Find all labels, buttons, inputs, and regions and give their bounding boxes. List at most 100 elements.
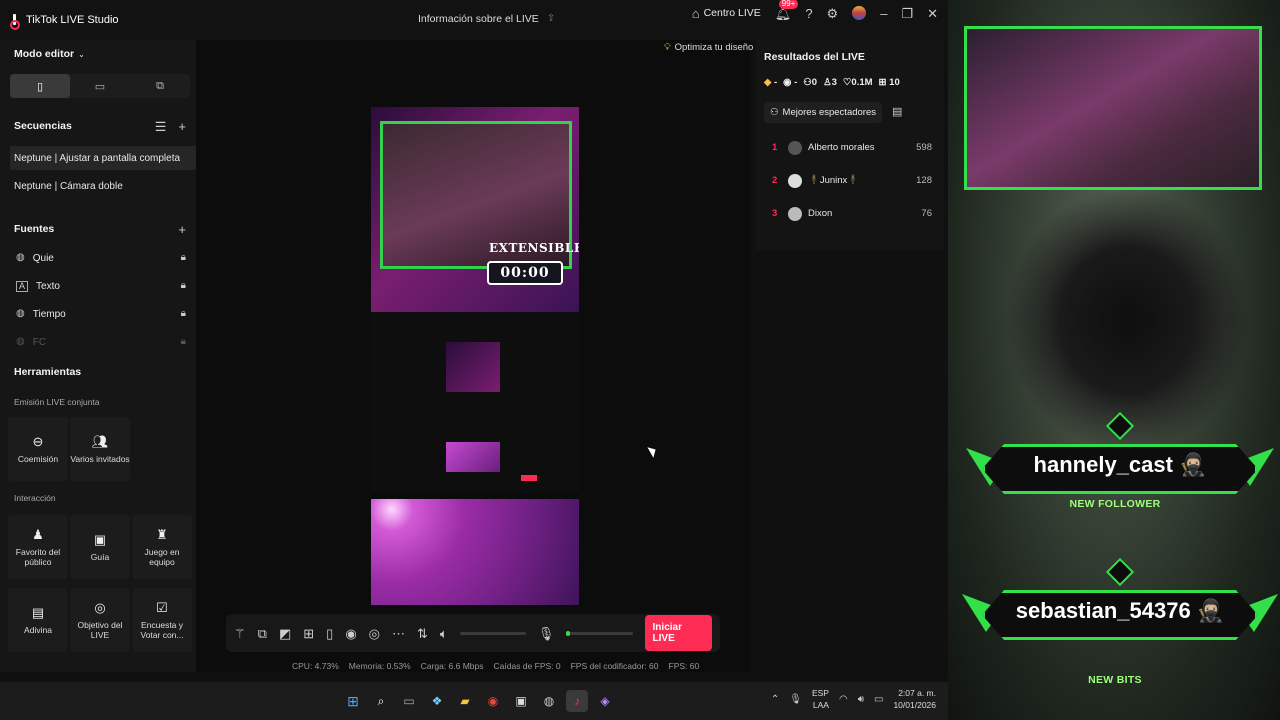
- landscape-button[interactable]: ▭: [70, 74, 130, 98]
- camera-toggle-icon[interactable]: ◎: [369, 627, 380, 640]
- list-icon[interactable]: ☰: [155, 120, 167, 133]
- scene-item[interactable]: Neptune | Cámara doble: [0, 174, 180, 198]
- chevron-up-icon[interactable]: ⌃: [771, 694, 779, 705]
- text-icon: A: [16, 280, 29, 292]
- search-icon[interactable]: ⌕: [370, 690, 392, 712]
- stream-preview[interactable]: EXTENSIBLE 00:00: [371, 107, 579, 605]
- capture-icon[interactable]: ⧉: [258, 627, 267, 640]
- battery-icon[interactable]: ▭: [874, 694, 883, 705]
- team-icon: ♜: [156, 526, 168, 542]
- windows-start-icon[interactable]: ⊞: [342, 690, 364, 712]
- poll-tool[interactable]: ☑ Encuesta y Votar con...: [132, 588, 192, 652]
- bell-icon[interactable]: 🔔︎ 99+: [775, 0, 799, 20]
- twitch-icon[interactable]: ◈: [594, 690, 616, 712]
- background-layer[interactable]: [371, 499, 579, 605]
- wifi-icon[interactable]: ◠: [839, 694, 848, 705]
- live-goal-tool[interactable]: ◎ Objetivo del LIVE: [70, 588, 130, 652]
- speaker-icon[interactable]: 🔈︎: [440, 627, 448, 640]
- app-icon[interactable]: ◍: [538, 690, 560, 712]
- guess-tool[interactable]: ▤ Adivina: [8, 588, 68, 652]
- favorite-tool[interactable]: ♟ Favorito del público: [8, 515, 68, 579]
- tiktok-live-taskbar-icon[interactable]: ♪: [566, 690, 588, 712]
- go-live-button[interactable]: Iniciar LIVE: [644, 615, 712, 651]
- add-source-icon[interactable]: +: [178, 223, 186, 236]
- stat-value: 0: [811, 77, 818, 88]
- scene-item[interactable]: Neptune | Ajustar a pantalla completa: [10, 146, 200, 170]
- results-title: Resultados del LIVE: [764, 51, 865, 63]
- settings-icon[interactable]: ⚙: [827, 7, 839, 20]
- source-item[interactable]: ◍ FC 🔒︎: [0, 328, 196, 356]
- volume-tray-icon[interactable]: 🔊︎: [858, 694, 864, 705]
- alert-username: hannely_cast 🥷🏼: [1033, 452, 1207, 477]
- profile-avatar[interactable]: [852, 6, 867, 20]
- top-viewers-button[interactable]: ⚇ Mejores espectadores: [764, 102, 882, 123]
- mic-tray-icon[interactable]: 🎙︎: [789, 694, 802, 705]
- metric: Memoria: 0.53%: [348, 661, 411, 671]
- viewer-icon: ♙: [823, 77, 832, 88]
- maximize-icon[interactable]: ❐: [901, 7, 913, 20]
- help-icon[interactable]: ?: [805, 7, 812, 20]
- users-icon: 👥︎: [91, 433, 109, 449]
- source-label: FC: [32, 336, 47, 348]
- report-icon[interactable]: ▤: [892, 107, 902, 118]
- phone-icon[interactable]: ▯: [326, 627, 333, 640]
- language-indicator[interactable]: ESP LAA: [812, 688, 829, 712]
- viewer-row[interactable]: 1 Alberto morales 598: [756, 131, 944, 164]
- speaker-volume-slider[interactable]: [459, 631, 526, 635]
- magic-wand-icon[interactable]: ⚚: [234, 627, 246, 640]
- live-info[interactable]: Información sobre el LIVE ⇪: [418, 13, 555, 25]
- viewer-row[interactable]: 3 Dixon 76: [756, 197, 944, 230]
- effects-icon[interactable]: ◩: [279, 627, 291, 640]
- mode-label: Modo editor: [14, 48, 75, 60]
- multi-guest-tool[interactable]: 👥︎ Varios invitados: [70, 417, 130, 481]
- taskbar-apps: ⊞ ⌕ ▭ ❖ ▰ ◉ ▣ ◍ ♪ ◈: [342, 690, 616, 712]
- coin-icon: ◉: [783, 77, 792, 88]
- webcam-overlay: [964, 26, 1262, 190]
- screen-capture-layer[interactable]: [371, 312, 579, 492]
- metric: Caídas de FPS: 0: [493, 661, 561, 671]
- lock-icon[interactable]: 🔒︎: [181, 309, 186, 319]
- sources-title: Fuentes: [14, 223, 55, 235]
- minimize-icon[interactable]: –: [880, 7, 887, 20]
- mic-volume-slider[interactable]: [566, 630, 633, 636]
- store-icon[interactable]: ▣: [510, 690, 532, 712]
- record-icon[interactable]: ◉: [345, 627, 356, 640]
- add-scene-icon[interactable]: +: [178, 120, 186, 133]
- close-icon[interactable]: ✕: [927, 7, 938, 20]
- centro-live-button[interactable]: ⌂ Centro LIVE: [692, 7, 761, 20]
- lock-icon[interactable]: 🔒︎: [181, 281, 186, 291]
- more-icon[interactable]: ⋯: [392, 627, 405, 640]
- guide-tool[interactable]: ▣ Guía: [70, 515, 130, 579]
- lock-icon[interactable]: 🔒︎: [181, 253, 186, 263]
- dual-layout-button[interactable]: ⧉: [130, 74, 190, 98]
- source-item[interactable]: A Texto 🔒︎: [0, 272, 196, 300]
- lock-icon[interactable]: 🔒︎: [181, 337, 186, 347]
- mixer-icon[interactable]: ⇅: [417, 627, 428, 640]
- team-game-tool[interactable]: ♜ Juego en equipo: [132, 515, 192, 579]
- camera-layer[interactable]: EXTENSIBLE 00:00: [371, 107, 579, 312]
- performance-metrics: CPU: 4.73% Memoria: 0.53% Carga: 6.6 Mbp…: [292, 661, 699, 671]
- avatar: [788, 140, 802, 155]
- copilot-icon[interactable]: ❖: [426, 690, 448, 712]
- optimize-layout-button[interactable]: 💡︎ Optimiza tu diseño: [664, 42, 753, 53]
- folder-icon[interactable]: ▰: [454, 690, 476, 712]
- source-item[interactable]: ◍ Tiempo 🔒︎: [0, 300, 196, 328]
- chrome-icon[interactable]: ◉: [482, 690, 504, 712]
- portrait-button[interactable]: ▯: [10, 74, 70, 98]
- gift-icon: ⊞: [878, 77, 887, 88]
- source-item[interactable]: ◍ Quie 🔒︎: [0, 244, 196, 272]
- share-icon[interactable]: ⇪: [547, 14, 555, 24]
- task-view-icon[interactable]: ▭: [398, 690, 420, 712]
- clock[interactable]: 2:07 a. m. 10/01/2026: [893, 688, 936, 712]
- layout-icon[interactable]: ⊞: [303, 627, 314, 640]
- date: 10/01/2026: [893, 699, 936, 710]
- orientation-toggle: ▯ ▭ ⧉: [10, 74, 190, 98]
- sources-header: Fuentes +: [0, 198, 196, 244]
- mic-icon[interactable]: 🎙︎: [538, 627, 555, 640]
- control-bar: ⚚ ⧉ ◩ ⊞ ▯ ◉ ◎ ⋯ ⇅ 🔈︎ 🎙︎ Iniciar LIVE: [226, 614, 720, 652]
- live-results-panel: Resultados del LIVE ◆ - ◉ - ⚇0 ♙3 ♡0.1M …: [756, 40, 944, 250]
- cohost-tool[interactable]: ⊖ Coemisión: [8, 417, 68, 481]
- mode-selector[interactable]: Modo editor ⌄: [0, 40, 196, 68]
- viewer-row[interactable]: 2 🕴️Juninx🕴️ 128: [756, 164, 944, 197]
- live-studio-window: TikTok LIVE Studio Información sobre el …: [0, 0, 948, 682]
